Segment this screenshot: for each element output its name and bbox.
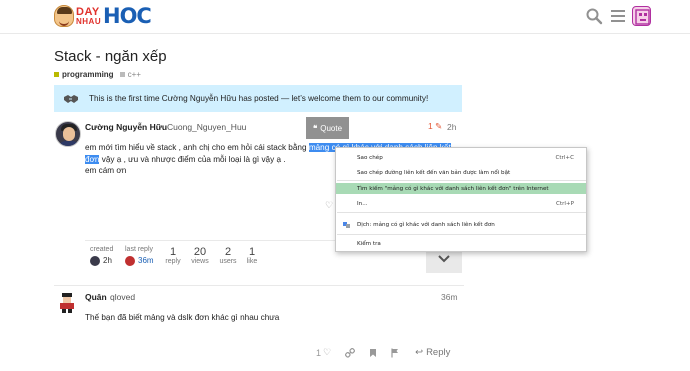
users-stat: 2 users — [217, 246, 239, 265]
created-label: created — [90, 246, 114, 253]
views-stat: 20 views — [189, 246, 211, 265]
like-button[interactable]: 1 ♡ — [316, 347, 331, 358]
author-avatar[interactable] — [55, 121, 81, 147]
reply-author-avatar[interactable] — [56, 292, 78, 314]
ctx-inspect[interactable]: Kiểm tra — [336, 238, 586, 249]
logo-hoc-text: HOC — [103, 4, 152, 28]
ctx-translate[interactable]: Dịch: mảng có gì khác với danh sách liên… — [336, 219, 586, 230]
ctx-copy-link-to-highlight[interactable]: Sao chép đường liên kết đến văn bản được… — [336, 167, 586, 178]
post-text-line3: em cám ơn — [85, 166, 127, 175]
reply-author-username[interactable]: qloved — [110, 292, 135, 302]
topic-last-reply: last reply 36m — [125, 246, 154, 266]
reply-stat: 1 reply — [163, 246, 183, 265]
ctx-search-web[interactable]: Tìm kiếm "mảng có gì khác với danh sách … — [336, 183, 586, 194]
site-header: DAY NHAU HOC — [0, 0, 690, 34]
link-icon — [345, 347, 356, 358]
heart-icon: ♡ — [323, 347, 332, 357]
like-label: like — [246, 258, 258, 265]
ctx-separator — [337, 212, 586, 213]
ctx-print[interactable]: In... Ctrl+P — [336, 198, 586, 209]
welcome-banner: This is the first time Cường Nguyễn Hữu … — [54, 85, 462, 112]
quote-icon: ❝ — [312, 123, 318, 133]
reply-body: Thế bạn đã biết mảng và dslk đơn khác gì… — [85, 313, 280, 322]
users-label: users — [219, 258, 237, 265]
subcategory-link[interactable]: c++ — [128, 70, 141, 79]
chevron-down-icon — [438, 255, 450, 263]
post-text-line2: vậy ạ , ưu và nhược điểm của mỗi loại là… — [99, 154, 286, 164]
like-stat: 1 like — [243, 246, 261, 265]
post-text-line1: em mới tìm hiểu về stack , anh chị cho e… — [85, 143, 309, 152]
hamburger-menu-icon[interactable] — [609, 7, 627, 25]
flag-icon — [391, 348, 399, 357]
reply-button-label: Reply — [426, 347, 451, 358]
logo-mascot-icon — [54, 5, 74, 27]
reply-arrow-icon: ↩ — [415, 347, 424, 358]
flag-button[interactable] — [391, 348, 399, 358]
subcategory-color-square — [119, 72, 125, 77]
topic-title[interactable]: Stack - ngăn xếp — [54, 48, 167, 65]
logo-day-text: DAY — [76, 5, 100, 18]
selected-text-end: đơn — [85, 154, 100, 164]
post-divider — [54, 285, 464, 286]
reply-author-name[interactable]: Quân — [85, 292, 107, 302]
ctx-separator — [337, 180, 586, 181]
reply-time[interactable]: 36m — [441, 292, 458, 302]
pencil-icon: ✎ — [435, 121, 443, 131]
reply-button[interactable]: ↩ Reply — [415, 347, 450, 358]
post-author-username[interactable]: Cuong_Nguyen_Huu — [167, 122, 246, 132]
quote-button-label: Quote — [320, 123, 343, 133]
post-author-name[interactable]: Cường Nguyễn Hữu — [85, 122, 167, 132]
last-reply-label: last reply — [125, 246, 154, 253]
creator-avatar[interactable] — [90, 256, 100, 266]
quote-button[interactable]: ❝ Quote — [306, 117, 349, 139]
logo-nhau-text: NHAU — [76, 16, 102, 26]
category-color-square — [54, 72, 59, 77]
like-heart-icon[interactable]: ♡ — [325, 200, 333, 211]
views-label: views — [191, 258, 209, 265]
views-count: 20 — [193, 246, 207, 258]
reply-like-count: 1 — [316, 347, 322, 358]
bookmark-icon — [370, 348, 377, 357]
ctx-separator — [337, 234, 586, 235]
reply-actions: 1 ♡ ↩ Reply — [316, 347, 450, 358]
like-count: 1 — [248, 246, 256, 258]
edit-count: 1 — [428, 121, 433, 131]
category-link[interactable]: programming — [62, 70, 114, 79]
bookmark-button[interactable] — [369, 348, 377, 358]
user-avatar[interactable] — [632, 6, 651, 26]
created-time: 2h — [103, 256, 112, 266]
ctx-copy[interactable]: Sao chép Ctrl+C — [336, 152, 586, 163]
reply-count: 1 — [169, 246, 177, 258]
category-breadcrumb: programming c++ — [54, 70, 141, 79]
post-time[interactable]: 2h — [447, 122, 456, 132]
last-reply-time[interactable]: 36m — [138, 256, 154, 265]
edit-history-indicator[interactable]: 1 ✎ — [428, 121, 442, 132]
welcome-banner-text: This is the first time Cường Nguyễn Hữu … — [89, 94, 429, 103]
topic-created: created 2h — [90, 246, 113, 266]
browser-context-menu: Sao chép Ctrl+C Sao chép đường liên kết … — [335, 147, 587, 252]
share-link-button[interactable] — [345, 347, 356, 358]
handshake-icon — [64, 94, 78, 103]
users-count: 2 — [224, 246, 232, 258]
last-replier-avatar[interactable] — [125, 256, 135, 266]
site-logo[interactable]: DAY NHAU HOC — [54, 4, 152, 28]
translate-icon — [343, 221, 350, 228]
search-icon[interactable] — [585, 7, 603, 25]
reply-label: reply — [165, 258, 181, 265]
